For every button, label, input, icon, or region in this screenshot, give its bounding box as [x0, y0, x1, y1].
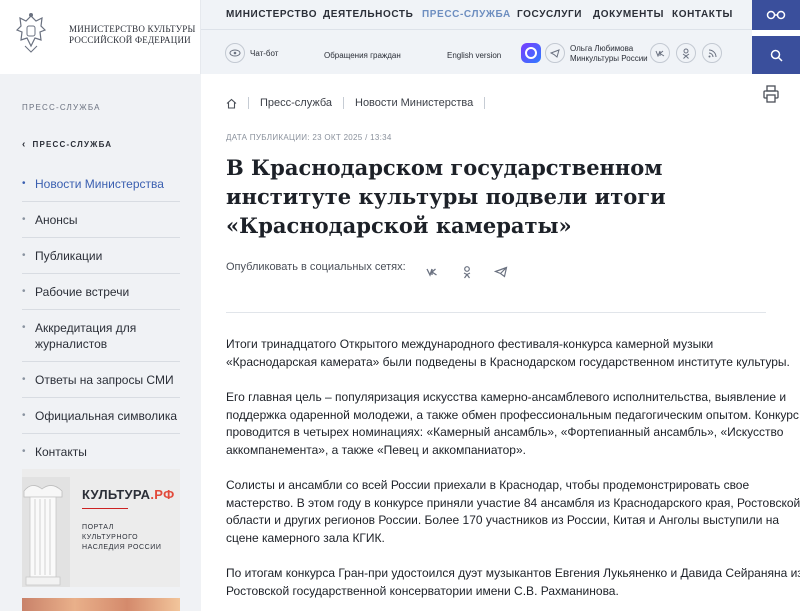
breadcrumb-separator: [248, 97, 249, 109]
kultura-rf-banner[interactable]: КУЛЬТУРА.РФ ПОРТАЛ КУЛЬТУРНОГО НАСЛЕДИЯ …: [22, 469, 180, 587]
appeals-link[interactable]: Обращения граждан: [324, 51, 401, 60]
home-icon[interactable]: [226, 98, 237, 109]
bullet-icon: •: [22, 214, 26, 225]
telegram-icon[interactable]: [545, 43, 565, 63]
english-version-link[interactable]: English version: [447, 51, 501, 60]
sidebar-item-label: Рабочие встречи: [35, 285, 130, 299]
print-icon[interactable]: [763, 85, 779, 103]
sidebar-item-label: Ответы на запросы СМИ: [35, 373, 174, 387]
sidebar-back-link[interactable]: ‹ ПРЕСС-СЛУЖБА: [22, 139, 112, 150]
breadcrumb: Пресс-служба Новости Министерства: [226, 97, 496, 109]
sidebar-item-label: Анонсы: [35, 213, 78, 227]
minister-name: Ольга Любимова: [570, 44, 634, 53]
sidebar-item-label: Официальная символика: [35, 409, 178, 423]
breadcrumb-press[interactable]: Пресс-служба: [260, 97, 332, 109]
sidebar: ПРЕСС-СЛУЖБА ‹ ПРЕСС-СЛУЖБА • Новости Мини…: [0, 74, 201, 611]
sidebar-item-label: Аккредитация для журналистов: [35, 321, 137, 351]
publication-date: ДАТА ПУБЛИКАЦИИ: 23 ОКТ 2025 / 13:34: [226, 133, 392, 142]
sidebar-item-label: Контакты: [35, 445, 87, 459]
logo-text: МИНИСТЕРСТВО КУЛЬТУРЫ РОССИЙСКОЙ ФЕДЕРАЦ…: [69, 24, 196, 45]
sidebar-item-label: Публикации: [35, 249, 103, 263]
main-nav: МИНИСТЕРСТВО ДЕЯТЕЛЬНОСТЬ ПРЕСС-СЛУЖБА Г…: [201, 0, 752, 30]
bullet-icon: •: [22, 178, 26, 189]
rss-icon[interactable]: [702, 43, 722, 63]
bullet-icon: •: [22, 250, 26, 261]
share-vk-icon[interactable]: [426, 265, 440, 279]
sidebar-menu: • Новости Министерства • Анонсы • Публикаци…: [22, 166, 180, 469]
site-logo[interactable]: МИНИСТЕРСТВО КУЛЬТУРЫ РОССИЙСКОЙ ФЕДЕРАЦ…: [0, 0, 201, 74]
banner-divider: [82, 508, 128, 509]
sidebar-back-label: ПРЕСС-СЛУЖБА: [32, 140, 113, 149]
sidebar-item-label: Новости Министерства: [35, 177, 164, 191]
odnoklassniki-icon[interactable]: [676, 43, 696, 63]
article-paragraph: Итоги тринадцатого Открытого международн…: [226, 337, 790, 369]
chatbot-link[interactable]: Чат-бот: [250, 49, 278, 58]
bullet-icon: •: [22, 446, 26, 457]
article-paragraph: По итогам конкурса Гран-при удостоился д…: [226, 566, 800, 598]
max-messenger-icon[interactable]: [521, 43, 541, 63]
bullet-icon: •: [22, 286, 26, 297]
content-divider: [226, 312, 766, 313]
column-illustration: [22, 477, 70, 587]
sidebar-title: ПРЕСС-СЛУЖБА: [22, 103, 101, 112]
vk-icon[interactable]: [650, 43, 670, 63]
utility-bar: Чат-бот Обращения граждан English versio…: [201, 31, 752, 74]
minister-subtitle: Минкультуры России: [570, 54, 648, 63]
nav-gosuslugi[interactable]: ГОСУСЛУГИ: [517, 9, 582, 20]
nav-area: МИНИСТЕРСТВО ДЕЯТЕЛЬНОСТЬ ПРЕСС-СЛУЖБА Г…: [201, 0, 752, 74]
bullet-icon: •: [22, 410, 26, 421]
glasses-icon: [766, 10, 786, 20]
breadcrumb-news[interactable]: Новости Министерства: [355, 97, 473, 109]
breadcrumb-separator: [484, 97, 486, 109]
article-title: В Краснодарском государственном институт…: [226, 155, 666, 238]
article-paragraph: Его главная цель – популяризация искусст…: [226, 390, 799, 457]
nav-ministry[interactable]: МИНИСТЕРСТВО: [226, 9, 317, 20]
article-body: Итоги тринадцатого Открытого международн…: [226, 336, 800, 611]
coat-of-arms-icon: [15, 13, 47, 53]
sidebar-item-announcements[interactable]: • Анонсы: [22, 202, 180, 238]
nav-documents[interactable]: ДОКУМЕНТЫ: [593, 9, 664, 20]
share-odnoklassniki-icon[interactable]: [460, 265, 474, 279]
bullet-icon: •: [22, 322, 26, 333]
promo-banner-image[interactable]: [22, 598, 180, 611]
search-button[interactable]: [752, 36, 800, 74]
nav-contacts[interactable]: КОНТАКТЫ: [672, 9, 733, 20]
sidebar-item-official-symbols[interactable]: • Официальная символика: [22, 398, 180, 434]
sidebar-item-publications[interactable]: • Публикации: [22, 238, 180, 274]
share-label: Опубликовать в социальных сетях:: [226, 261, 406, 273]
share-telegram-icon[interactable]: [494, 265, 508, 279]
site-header: МИНИСТЕРСТВО КУЛЬТУРЫ РОССИЙСКОЙ ФЕДЕРАЦ…: [0, 0, 800, 74]
sidebar-item-contacts[interactable]: • Контакты: [22, 434, 180, 469]
chatbot-icon[interactable]: [225, 43, 245, 63]
sidebar-item-ministry-news[interactable]: • Новости Министерства: [22, 166, 180, 202]
nav-activity[interactable]: ДЕЯТЕЛЬНОСТЬ: [323, 9, 413, 20]
chevron-left-icon: ‹: [22, 139, 27, 150]
breadcrumb-separator: [343, 97, 344, 109]
search-icon: [770, 49, 783, 62]
article-paragraph: Солисты и ансамбли со всей России приеха…: [226, 478, 800, 545]
minister-link[interactable]: Ольга Любимова Минкультуры России: [570, 44, 648, 64]
bullet-icon: •: [22, 374, 26, 385]
nav-press[interactable]: ПРЕСС-СЛУЖБА: [422, 9, 511, 20]
accessibility-button[interactable]: [752, 0, 800, 30]
banner-subtitle: ПОРТАЛ КУЛЬТУРНОГО НАСЛЕДИЯ РОССИИ: [82, 524, 162, 551]
banner-brand: КУЛЬТУРА.РФ: [82, 487, 175, 502]
sidebar-item-accreditation[interactable]: • Аккредитация для журналистов: [22, 310, 180, 362]
sidebar-item-media-requests[interactable]: • Ответы на запросы СМИ: [22, 362, 180, 398]
sidebar-item-meetings[interactable]: • Рабочие встречи: [22, 274, 180, 310]
